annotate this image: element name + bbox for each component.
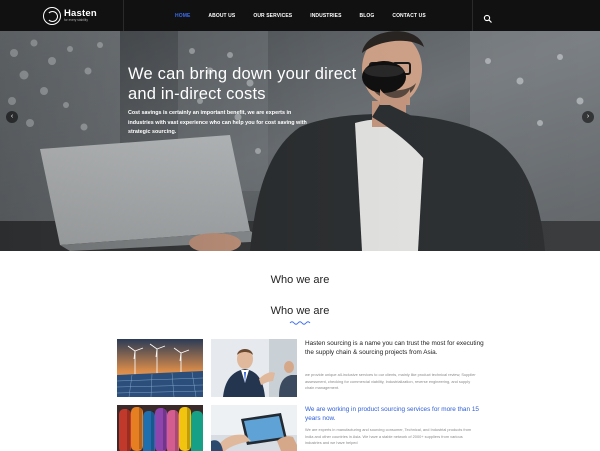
section-heading-who-we-are-secondary: Who we are <box>270 305 330 317</box>
brand-tagline: for every stability <box>64 18 88 23</box>
hero-title: We can bring down your direct and in-dir… <box>128 65 357 103</box>
logo-text: Hasten for every stability <box>64 9 97 23</box>
solar-wind-farm-image <box>117 339 203 397</box>
brand-name: Hasten <box>64 7 97 19</box>
slider-next-arrow-icon[interactable]: › <box>582 111 594 123</box>
slider-prev-arrow-icon[interactable]: ‹ <box>6 111 18 123</box>
section-heading-who-we-are: Who we are <box>270 274 330 286</box>
search-icon[interactable] <box>483 11 493 23</box>
about-title: Hasten sourcing is a name you can trust … <box>305 340 484 357</box>
hero-description: Cost savings is certainly an important b… <box>128 110 307 135</box>
nav-item-blog[interactable]: BLOG <box>360 13 375 19</box>
main-nav: HOME ABOUT US OUR SERVICES INDUSTRIES BL… <box>175 0 444 31</box>
about-body-secondary: We are experts in manufacturing and sour… <box>305 427 472 445</box>
nav-item-industries[interactable]: INDUSTRIES <box>310 13 341 19</box>
fabric-rolls-image <box>117 405 203 451</box>
wave-divider-icon <box>289 321 311 325</box>
business-team-image <box>211 339 297 397</box>
nav-item-contact-us[interactable]: CONTACT US <box>392 13 425 19</box>
nav-divider <box>472 0 473 31</box>
nav-item-our-services[interactable]: OUR SERVICES <box>253 13 292 19</box>
tablet-document-image <box>211 405 297 451</box>
nav-item-about-us[interactable]: ABOUT US <box>208 13 235 19</box>
site-header: Hasten for every stability HOME ABOUT US… <box>0 0 600 31</box>
hero-slider: We can bring down your direct and in-dir… <box>0 31 600 251</box>
about-body: we provide unique all-inclusive services… <box>305 372 476 390</box>
logo-mark-icon <box>43 6 61 25</box>
logo[interactable]: Hasten for every stability <box>0 0 124 31</box>
nav-item-home[interactable]: HOME <box>175 13 190 19</box>
about-highlight: We are working in product sourcing servi… <box>305 406 479 422</box>
